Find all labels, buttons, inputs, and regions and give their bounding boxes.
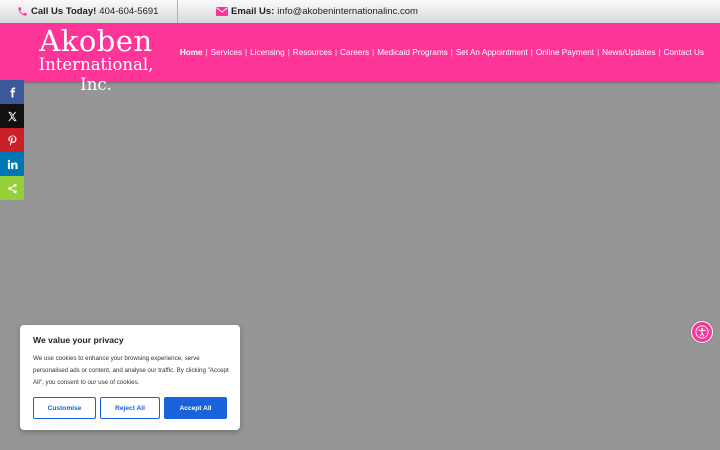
x-share-button[interactable] xyxy=(0,104,24,128)
reject-all-button[interactable]: Reject All xyxy=(100,397,160,419)
email-address[interactable]: info@akobeninternationalinc.com xyxy=(277,6,418,17)
nav-separator: | xyxy=(530,47,533,57)
cookie-title: We value your privacy xyxy=(33,335,124,345)
accessibility-button[interactable] xyxy=(691,321,713,343)
cookie-description: We use cookies to enhance your browsing … xyxy=(33,355,229,386)
topbar-divider xyxy=(177,0,178,23)
linkedin-icon xyxy=(7,159,18,169)
logo-name: Akoben xyxy=(39,24,153,58)
phone-icon xyxy=(18,7,27,16)
nav-separator: | xyxy=(245,47,248,57)
nav-separator: | xyxy=(287,47,290,57)
nav-separator: | xyxy=(372,47,375,57)
nav-item-set-appointment[interactable]: Set An Appointment xyxy=(456,48,528,57)
top-contact-bar: Call Us Today! 404-604-5691 Email Us: in… xyxy=(0,0,720,24)
nav-separator: | xyxy=(597,47,600,57)
email-contact[interactable]: Email Us: info@akobeninternationalinc.co… xyxy=(216,0,418,23)
nav-separator: | xyxy=(450,47,453,57)
nav-item-resources[interactable]: Resources xyxy=(293,48,332,57)
linkedin-share-button[interactable] xyxy=(0,152,24,176)
x-twitter-icon xyxy=(7,111,17,121)
phone-contact[interactable]: Call Us Today! 404-604-5691 xyxy=(17,0,158,23)
generic-share-button[interactable] xyxy=(0,176,24,200)
accept-all-button[interactable]: Accept All xyxy=(164,397,227,419)
phone-number[interactable]: 404-604-5691 xyxy=(99,6,158,17)
facebook-share-button[interactable] xyxy=(0,80,24,104)
pinterest-share-button[interactable] xyxy=(0,128,24,152)
nav-separator: | xyxy=(334,47,338,57)
social-share-bar xyxy=(0,80,24,200)
pinterest-icon xyxy=(7,134,16,146)
site-header: Akoben International, Inc. Home | Servic… xyxy=(0,23,720,94)
nav-item-news-updates[interactable]: News/Updates xyxy=(602,48,655,57)
nav-item-medicaid-programs[interactable]: Medicaid Programs xyxy=(377,48,448,57)
envelope-icon xyxy=(216,7,228,16)
site-logo[interactable]: Akoben International, Inc. xyxy=(26,24,166,94)
phone-label: Call Us Today! xyxy=(31,6,97,17)
nav-item-careers[interactable]: Careers xyxy=(340,48,369,57)
nav-item-services[interactable]: Services xyxy=(211,48,242,57)
nav-item-home[interactable]: Home xyxy=(180,48,203,57)
nav-item-online-payment[interactable]: Online Payment xyxy=(536,48,594,57)
nav-separator: | xyxy=(658,47,661,57)
cookie-consent-banner: We value your privacy We use cookies to … xyxy=(20,325,240,430)
email-label: Email Us: xyxy=(231,6,275,17)
main-navigation: Home | Services | Licensing | Resources … xyxy=(180,23,704,81)
customise-button[interactable]: Customise xyxy=(33,397,96,419)
accessibility-icon xyxy=(695,325,709,339)
nav-item-licensing[interactable]: Licensing xyxy=(250,48,285,57)
facebook-icon xyxy=(9,86,15,98)
nav-item-contact-us[interactable]: Contact Us xyxy=(664,48,705,57)
nav-separator: | xyxy=(205,47,208,57)
share-icon xyxy=(7,183,17,193)
logo-subtitle: International, Inc. xyxy=(38,55,154,94)
